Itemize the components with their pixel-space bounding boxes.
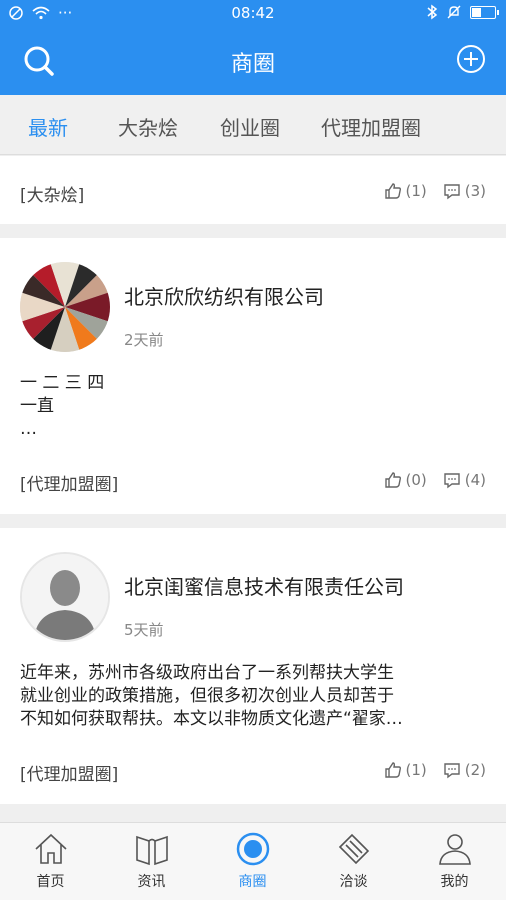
circle-icon — [236, 832, 269, 866]
nav-negotiate[interactable]: 洽谈 — [303, 831, 404, 891]
nav-negotiate-label: 洽谈 — [339, 874, 368, 890]
comment-count: (4) — [464, 471, 486, 489]
thumbs-up-icon — [384, 183, 401, 199]
avatar[interactable] — [20, 552, 110, 642]
nav-mine[interactable]: 我的 — [404, 831, 505, 891]
post-text[interactable]: 近年来，苏州市各级政府出台了一系列帮扶大学生 就业创业的政策措施，但很多初次创业… — [20, 662, 480, 731]
status-right — [426, 4, 499, 20]
tab-startup[interactable]: 创业圈 — [220, 112, 280, 141]
post-text[interactable]: 一 二 三 四 一直 … — [20, 372, 480, 441]
nav-home[interactable]: 首页 — [0, 831, 101, 891]
battery-icon — [470, 5, 499, 19]
post-card[interactable]: 北京欣欣纺织有限公司 2天前 一 二 三 四 一直 … [代理加盟圈] (0) … — [0, 238, 506, 514]
post-actions: (0) (4) — [384, 471, 486, 489]
post-actions: (1) (3) — [384, 182, 486, 200]
app-header: 商圈 — [0, 28, 506, 95]
page-title: 商圈 — [230, 52, 275, 77]
company-name[interactable]: 北京欣欣纺织有限公司 — [124, 281, 324, 310]
post-actions: (1) (2) — [384, 761, 486, 779]
nav-business-circle-label: 商圈 — [238, 874, 267, 890]
like-count: (1) — [405, 761, 427, 779]
comment-button[interactable]: (2) — [443, 761, 486, 779]
comment-count: (2) — [464, 761, 486, 779]
comment-button[interactable]: (3) — [443, 182, 486, 200]
nav-news-label: 资讯 — [137, 874, 166, 890]
nav-news[interactable]: 资讯 — [101, 831, 202, 891]
tab-agency[interactable]: 代理加盟圈 — [321, 112, 421, 141]
like-count: (1) — [405, 182, 427, 200]
post-category[interactable]: [大杂烩] — [20, 181, 84, 206]
post-time: 5天前 — [124, 621, 164, 639]
post-card[interactable]: 北京闺蜜信息技术有限责任公司 5天前 近年来，苏州市各级政府出台了一系列帮扶大学… — [0, 528, 506, 804]
post-text-line: 就业创业的政策措施，但很多初次创业人员却苦于 — [20, 686, 394, 706]
fabric-avatar-image — [20, 262, 110, 352]
category-tabs: 最新 大杂烩 创业圈 代理加盟圈 — [0, 95, 506, 155]
status-bar: ··· 08:42 — [0, 0, 506, 28]
add-icon[interactable] — [456, 44, 486, 74]
thumbs-up-icon — [384, 762, 401, 778]
bottom-nav: 首页 资讯 商圈 洽谈 我的 — [0, 822, 506, 900]
comment-icon — [444, 763, 460, 779]
comment-icon — [444, 184, 460, 200]
company-name[interactable]: 北京闺蜜信息技术有限责任公司 — [124, 571, 404, 600]
mute-bell-icon — [447, 5, 461, 19]
bluetooth-icon — [427, 4, 438, 20]
nav-mine-label: 我的 — [440, 874, 469, 890]
comment-icon — [444, 473, 460, 489]
book-icon — [135, 835, 168, 866]
post-text-line: … — [20, 419, 37, 439]
like-button[interactable]: (1) — [384, 182, 427, 200]
like-count: (0) — [405, 471, 427, 489]
avatar[interactable] — [20, 262, 110, 352]
post-text-line: 不知如何获取帮扶。本文以非物质文化遗产“翟家… — [20, 709, 403, 729]
handshake-icon — [338, 833, 369, 865]
tab-latest[interactable]: 最新 — [28, 112, 68, 141]
user-icon — [438, 834, 471, 865]
post-category[interactable]: [代理加盟圈] — [20, 760, 118, 785]
like-button[interactable]: (1) — [384, 761, 427, 779]
post-time: 2天前 — [124, 331, 164, 349]
nav-business-circle[interactable]: 商圈 — [202, 831, 303, 891]
tab-potpourri[interactable]: 大杂烩 — [118, 112, 178, 141]
thumbs-up-icon — [384, 472, 401, 488]
post-text-line: 一 二 三 四 — [20, 373, 105, 393]
comment-count: (3) — [464, 182, 486, 200]
nav-home-label: 首页 — [36, 874, 65, 890]
post-text-line: 一直 — [20, 396, 54, 416]
post-text-line: 近年来，苏州市各级政府出台了一系列帮扶大学生 — [20, 663, 394, 683]
comment-button[interactable]: (4) — [443, 471, 486, 489]
like-button[interactable]: (0) — [384, 471, 427, 489]
home-icon — [34, 833, 67, 864]
default-user-avatar-icon — [22, 554, 108, 640]
post-category[interactable]: [代理加盟圈] — [20, 470, 118, 495]
post-card[interactable]: [大杂烩] (1) (3) — [0, 156, 506, 224]
